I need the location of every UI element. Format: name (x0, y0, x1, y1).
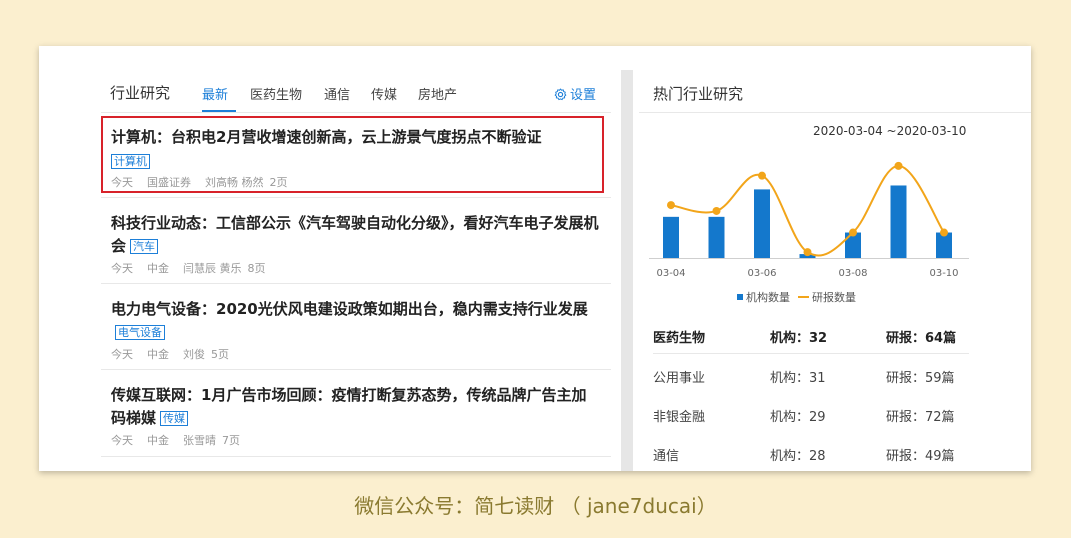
article-tag[interactable]: 汽车 (130, 239, 159, 254)
scrollbar[interactable] (621, 70, 633, 471)
article-broker: 中金 (147, 262, 169, 275)
article-title[interactable]: 科技行业动态：工信部公示《汽车驾驶自动化分级》，看好汽车电子发展机会 (111, 214, 599, 255)
stat-row[interactable]: 非银金融 机构：29 研报：72篇 (653, 406, 969, 444)
article-date: 今天 (111, 262, 133, 275)
article-date: 今天 (111, 348, 133, 361)
bar-institutions-03-09[interactable] (890, 185, 907, 258)
article-divider (101, 283, 611, 284)
industry-chart: 03-04 03-06 03-08 03-10 (649, 161, 969, 279)
article-pages: 8页 (247, 262, 266, 275)
article-authors: 刘俊 (183, 348, 205, 361)
point-reports-03-08[interactable] (849, 228, 857, 237)
settings-button[interactable]: 设置 (554, 84, 596, 103)
stat-reports: 研报：64篇 (886, 331, 957, 346)
x-tick-label: 03-10 (929, 268, 958, 279)
article-title-wrap[interactable]: 传媒互联网：1月广告市场回顾：疫情打断复苏态势，传统品牌广告主加码梯媒 传媒 (111, 384, 601, 430)
research-card: 行业研究 最新 医药生物 通信 传媒 房地产 设置 计算机：台积电2月营收增速创… (39, 46, 1031, 471)
legend-line-label: 研报数量 (812, 291, 856, 304)
settings-label: 设置 (570, 88, 597, 103)
stat-reports: 研报：72篇 (886, 410, 955, 425)
stat-industry: 医药生物 (653, 331, 706, 346)
tab-media[interactable]: 传媒 (371, 84, 397, 103)
tab-real-estate[interactable]: 房地产 (418, 84, 457, 103)
stat-institutions: 机构：29 (770, 410, 826, 425)
article-tag[interactable]: 电气设备 (115, 325, 165, 340)
article-pages: 7页 (222, 434, 240, 447)
article-title[interactable]: 电力电气设备：2020光伏风电建设政策如期出台，稳内需支持行业发展 (111, 300, 588, 318)
stat-divider (653, 353, 969, 354)
stat-industry: 通信 (653, 449, 680, 464)
article-broker: 中金 (147, 434, 169, 447)
stat-industry: 非银金融 (653, 410, 706, 425)
stat-row[interactable]: 医药生物 机构：32 研报：64篇 (653, 327, 969, 365)
tab-bar: 行业研究 最新 医药生物 通信 传媒 房地产 设置 (110, 82, 610, 112)
bar-institutions-03-06[interactable] (754, 189, 770, 258)
article-tag[interactable]: 传媒 (160, 411, 189, 426)
legend-bar-label: 机构数量 (746, 291, 790, 304)
hot-industry-title: 热门行业研究 (653, 85, 744, 103)
gear-icon (554, 88, 567, 101)
point-reports-03-05[interactable] (712, 206, 721, 215)
article-title-wrap[interactable]: 电力电气设备：2020光伏风电建设政策如期出台，稳内需支持行业发展电气设备 (111, 298, 601, 344)
legend-line-swatch (798, 296, 809, 298)
article-divider (101, 197, 611, 198)
article-meta: 今天 中金 张雪晴 7页 (111, 432, 254, 448)
stat-institutions: 机构：31 (770, 371, 826, 386)
industry-research-panel: 行业研究 最新 医药生物 通信 传媒 房地产 设置 计算机：台积电2月营收增速创… (39, 46, 619, 471)
point-reports-03-06[interactable] (758, 171, 766, 180)
x-tick-label: 03-06 (747, 268, 776, 279)
tab-divider (101, 112, 611, 113)
article-title-wrap[interactable]: 科技行业动态：工信部公示《汽车驾驶自动化分级》，看好汽车电子发展机会 汽车 (111, 212, 601, 258)
legend-bar-swatch (737, 294, 743, 300)
stat-institutions: 机构：28 (770, 449, 826, 464)
article-broker: 中金 (147, 348, 169, 361)
article-meta: 今天 中金 刘俊 5页 (111, 346, 243, 362)
point-reports-03-07[interactable] (803, 248, 812, 257)
stat-industry: 公用事业 (653, 371, 706, 386)
article-authors: 闫慧辰 黄乐 (183, 262, 242, 275)
hot-industry-divider (639, 112, 1031, 113)
x-tick-label: 03-08 (838, 268, 867, 279)
article-authors: 张雪晴 (183, 434, 216, 447)
bar-institutions-03-05[interactable] (708, 216, 725, 258)
tab-telecom[interactable]: 通信 (324, 84, 350, 103)
stat-reports: 研报：59篇 (886, 371, 955, 386)
article-divider (101, 456, 611, 457)
date-range: 2020-03-04 ~2020-03-10 (813, 124, 967, 138)
chart-legend: 机构数量 研报数量 (737, 289, 856, 305)
point-reports-03-10[interactable] (940, 228, 948, 237)
stat-institutions: 机构：32 (770, 331, 828, 346)
point-reports-03-04[interactable] (667, 201, 675, 210)
x-tick-label: 03-04 (656, 268, 685, 279)
stat-row[interactable]: 通信 机构：28 研报：49篇 (653, 445, 969, 471)
point-reports-03-09[interactable] (894, 161, 903, 170)
article-divider (101, 369, 611, 370)
hot-industry-panel: 热门行业研究 2020-03-04 ~2020-03-10 03-04 03-06… (639, 46, 1031, 471)
stat-reports: 研报：49篇 (886, 449, 955, 464)
panel-title: 行业研究 (110, 84, 171, 102)
stat-row[interactable]: 公用事业 机构：31 研报：59篇 (653, 367, 969, 405)
highlight-frame (101, 116, 604, 193)
footer-watermark: 微信公众号：简七读财 （ jane7ducai） (354, 494, 717, 518)
article-date: 今天 (111, 434, 133, 447)
tab-pharma-bio[interactable]: 医药生物 (250, 84, 302, 103)
tab-latest[interactable]: 最新 (202, 84, 228, 103)
bar-institutions-03-04[interactable] (663, 216, 679, 258)
article-meta: 今天 中金 闫慧辰 黄乐 8页 (111, 260, 280, 276)
article-pages: 5页 (211, 348, 229, 361)
